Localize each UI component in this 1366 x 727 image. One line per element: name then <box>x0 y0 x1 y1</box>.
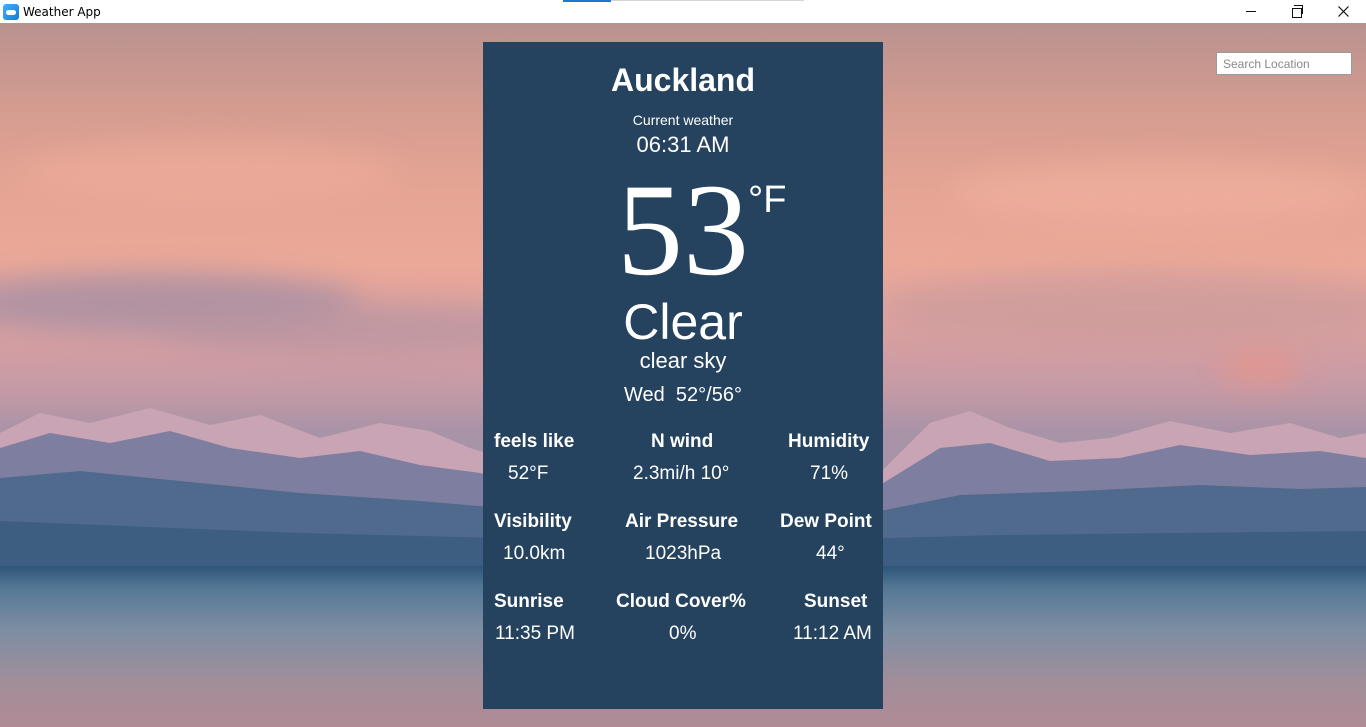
weather-app-icon <box>3 3 19 20</box>
title-bar[interactable]: Weather App <box>0 0 1366 23</box>
restore-button[interactable] <box>1274 0 1320 23</box>
weather-panel: Auckland Current weather 06:31 AM 53 °F … <box>483 42 883 709</box>
cloud-shape <box>880 273 1366 343</box>
minimize-icon <box>1246 11 1256 12</box>
stat-value-air-pressure: 1023hPa <box>645 543 722 564</box>
restore-icon <box>1292 4 1303 18</box>
stat-label-dew-point: Dew Point <box>780 511 872 532</box>
stat-value-humidity: 71% <box>810 463 849 484</box>
close-icon <box>1337 6 1349 17</box>
weather-condition: Clear <box>623 294 743 350</box>
stat-label-sunset: Sunset <box>804 591 868 612</box>
stat-value-cloud-cover: 0% <box>669 623 697 644</box>
stat-value-sunset: 11:12 AM <box>793 623 872 644</box>
day-temperature-range: Wed 52°/56° <box>483 384 883 407</box>
stat-value-feels-like: 52°F <box>508 463 549 484</box>
close-button[interactable] <box>1320 0 1366 23</box>
current-time: 06:31 AM <box>636 132 730 157</box>
title-bar-divider <box>611 0 804 1</box>
min-max-temperature: 52°/56° <box>675 384 742 406</box>
stat-label-air-pressure: Air Pressure <box>625 511 739 532</box>
stat-value-dew-point: 44° <box>816 543 845 564</box>
stat-value-sunrise: 11:35 PM <box>495 623 575 644</box>
cloud-shape <box>1220 353 1300 383</box>
current-weather-label: Current weather <box>632 112 734 128</box>
stat-label-visibility: Visibility <box>494 511 572 532</box>
search-location-input[interactable] <box>1216 52 1352 75</box>
title-bar-accent <box>563 0 611 2</box>
temperature-unit: °F <box>748 179 787 221</box>
window-title: Weather App <box>23 4 101 19</box>
weather-description: clear sky <box>639 348 727 373</box>
cloud-shape <box>950 163 1366 223</box>
stat-label-cloud-cover: Cloud Cover% <box>616 591 746 612</box>
minimize-button[interactable] <box>1228 0 1274 23</box>
app-window: Weather App Search Location Auckland Cur… <box>0 0 1366 727</box>
stat-label-humidity: Humidity <box>788 431 870 452</box>
city-name: Auckland <box>610 62 756 98</box>
window-controls <box>1228 0 1366 23</box>
stat-label-feels-like: feels like <box>494 431 575 452</box>
stat-value-wind: 2.3mi/h 10° <box>633 463 730 484</box>
stat-label-sunrise: Sunrise <box>494 591 564 612</box>
temperature-value: 53 <box>617 156 749 303</box>
cloud-shape <box>20 143 400 203</box>
stat-label-wind: N wind <box>651 431 714 452</box>
day-label: Wed <box>624 384 665 406</box>
stat-value-visibility: 10.0km <box>503 543 566 564</box>
